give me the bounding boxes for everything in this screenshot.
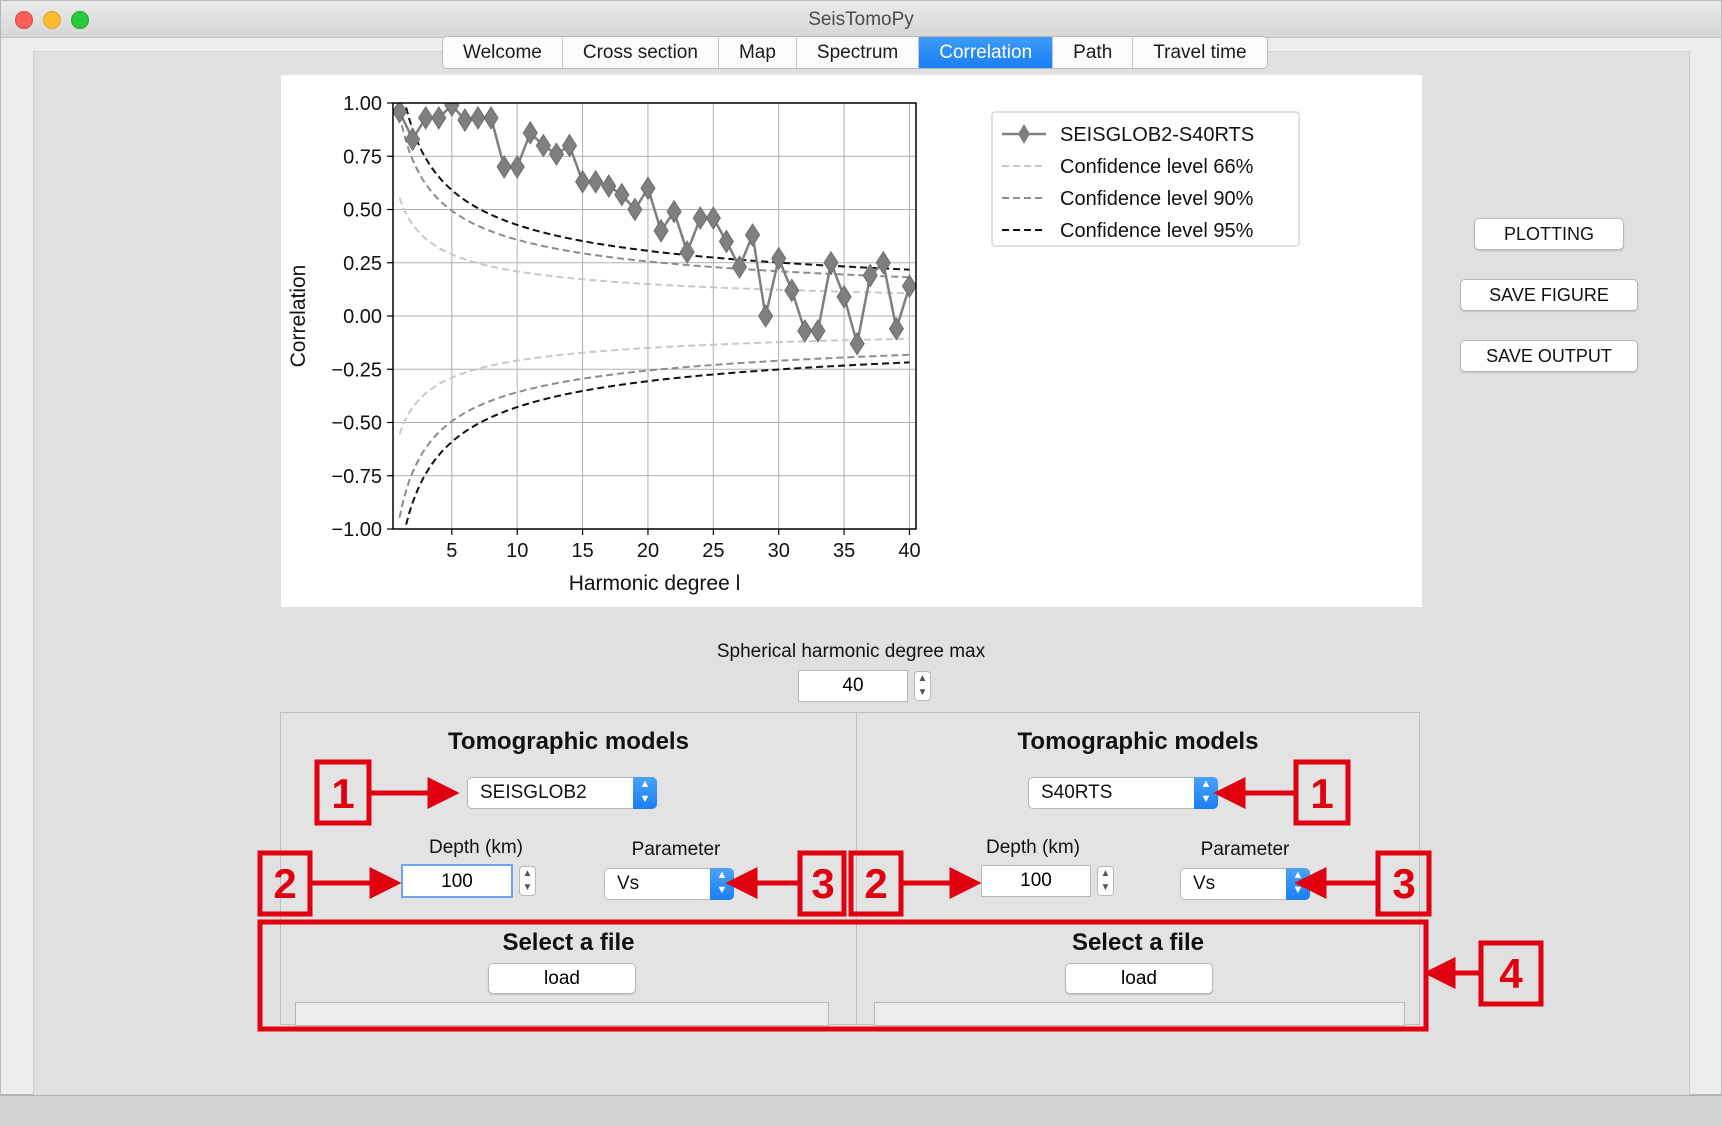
arrow-2-right	[949, 866, 982, 900]
file-selection-highlight	[257, 919, 1429, 1032]
arrow-3-left	[725, 866, 758, 900]
arrow-2-left	[369, 866, 402, 900]
tab-spectrum[interactable]: Spectrum	[796, 37, 920, 68]
annotation-overlay: 1 1 2 2 3 3 4	[257, 759, 1544, 1032]
tab-path[interactable]: Path	[1053, 37, 1134, 68]
annotation-label-2-left: 2	[273, 860, 296, 907]
annotation-label-3-right: 3	[1392, 860, 1415, 907]
annotation-label-1-left: 1	[331, 770, 354, 817]
annotation-label-3-left: 3	[811, 860, 834, 907]
tab-cross-section[interactable]: Cross section	[562, 37, 719, 68]
tab-welcome[interactable]: Welcome	[443, 37, 563, 68]
tab-map[interactable]: Map	[718, 37, 797, 68]
annotation-label-1-right: 1	[1310, 770, 1333, 817]
annotation-label-2-right: 2	[864, 860, 887, 907]
arrow-3-right	[1294, 866, 1327, 900]
tab-correlation[interactable]: Correlation	[919, 37, 1054, 68]
tab-bar: Welcome Cross section Map Spectrum Corre…	[442, 36, 1268, 69]
arrow-1-right	[1213, 776, 1246, 810]
arrow-4	[1423, 956, 1456, 990]
tab-travel-time[interactable]: Travel time	[1133, 37, 1267, 68]
annotation-label-4: 4	[1499, 950, 1523, 997]
arrow-1-left	[427, 776, 460, 810]
